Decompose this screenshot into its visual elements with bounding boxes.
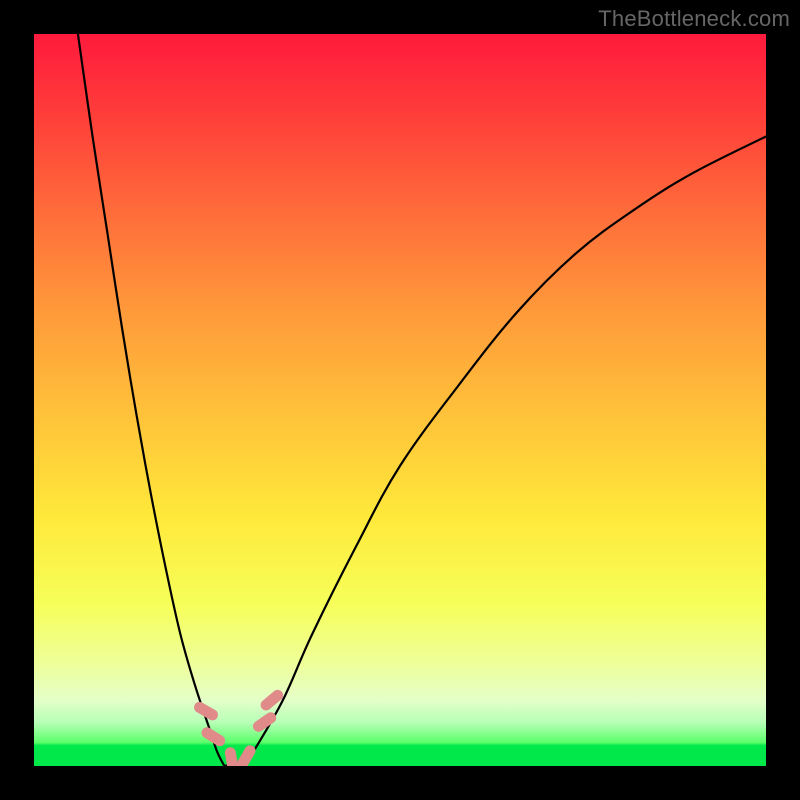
marker-cluster	[192, 688, 285, 766]
data-marker	[199, 725, 227, 748]
chart-area	[34, 34, 766, 766]
bottleneck-curve	[78, 34, 766, 766]
curve-path	[78, 34, 766, 766]
data-marker	[192, 700, 220, 723]
curve-layer	[34, 34, 766, 766]
data-marker	[224, 746, 239, 766]
data-marker	[251, 710, 279, 734]
outer-frame: TheBottleneck.com	[0, 0, 800, 800]
data-marker	[235, 743, 258, 766]
data-marker	[258, 688, 285, 713]
watermark-text: TheBottleneck.com	[598, 6, 790, 32]
